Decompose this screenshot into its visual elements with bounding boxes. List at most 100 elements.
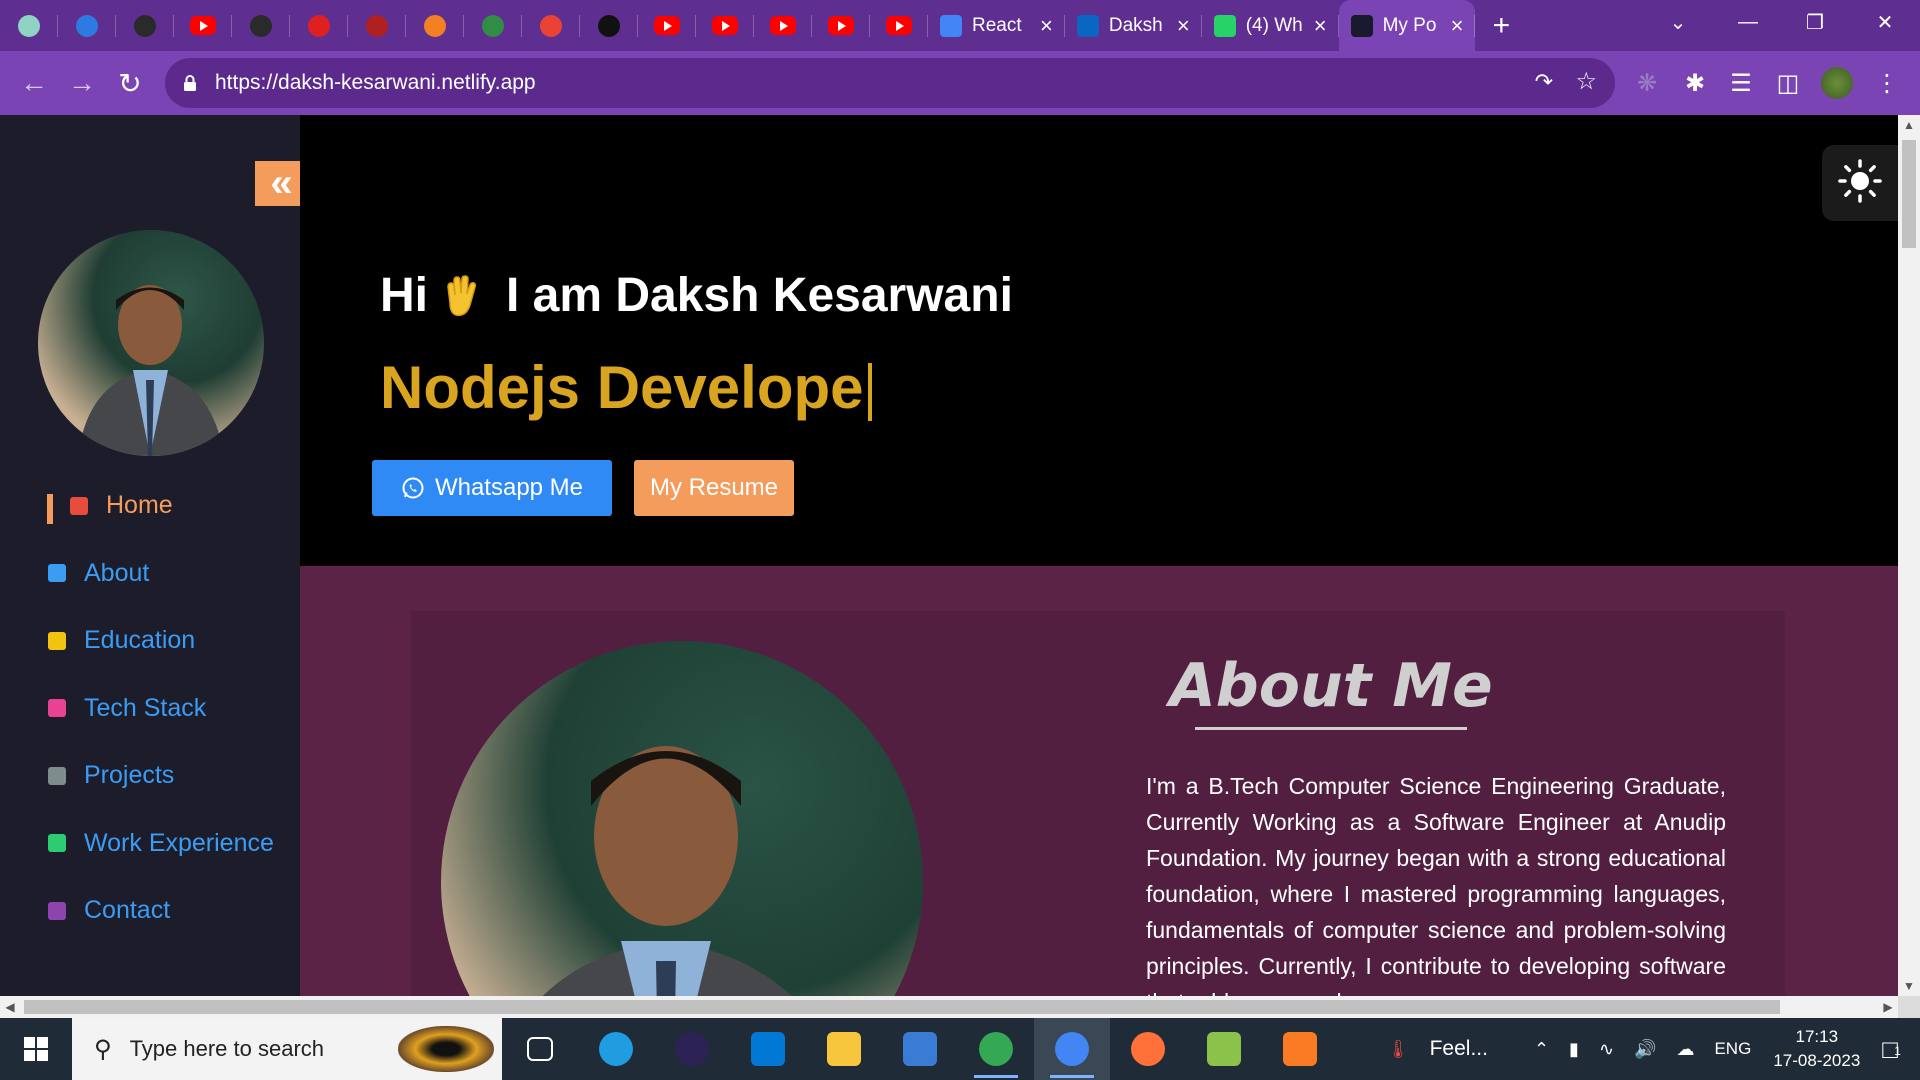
pinned-tab[interactable]: [464, 0, 522, 51]
sidebar-item-education[interactable]: Education: [0, 607, 300, 675]
whatsapp-me-button[interactable]: Whatsapp Me: [372, 460, 612, 516]
tab-close-icon[interactable]: ×: [1314, 13, 1327, 39]
pinned-tab[interactable]: [870, 0, 928, 51]
reload-icon[interactable]: ↻: [106, 59, 154, 107]
restore-icon[interactable]: ❐: [1785, 0, 1845, 44]
url-text: https://daksh-kesarwani.netlify.app: [215, 71, 536, 94]
vertical-scroll-thumb[interactable]: [1902, 140, 1916, 248]
pinned-tab[interactable]: [580, 0, 638, 51]
pinned-tab[interactable]: [638, 0, 696, 51]
sidebar-item-label: Education: [84, 626, 196, 655]
battery-icon[interactable]: ▮: [1569, 1039, 1579, 1060]
my-resume-button[interactable]: My Resume: [634, 460, 794, 516]
taskbar-app[interactable]: [1034, 1018, 1110, 1080]
sidebar-item-home[interactable]: Home: [0, 472, 300, 540]
taskbar-app[interactable]: [578, 1018, 654, 1080]
taskbar-app[interactable]: [502, 1018, 578, 1080]
close-window-icon[interactable]: ✕: [1855, 0, 1915, 44]
sidebar-item-tech-stack[interactable]: Tech Stack: [0, 675, 300, 743]
pinned-tab[interactable]: [0, 0, 58, 51]
collapse-sidebar-button[interactable]: «: [255, 161, 300, 206]
sidebar-item-contact[interactable]: Contact: [0, 877, 300, 945]
youtube-icon: [190, 16, 216, 35]
taskbar-app[interactable]: [958, 1018, 1034, 1080]
pinned-tab[interactable]: [232, 0, 290, 51]
minimize-icon[interactable]: —: [1718, 0, 1778, 44]
globe-icon: [250, 14, 272, 37]
browser-tab[interactable]: Daksh ×: [1065, 0, 1202, 51]
horizontal-scroll-thumb[interactable]: [24, 1000, 1780, 1014]
pinned-tab[interactable]: [58, 0, 116, 51]
bookmark-star-icon[interactable]: ☆: [1575, 67, 1597, 96]
tab-close-icon[interactable]: ×: [1451, 13, 1464, 39]
taskbar-app[interactable]: [730, 1018, 806, 1080]
extension-bug-icon[interactable]: ❋: [1624, 51, 1670, 115]
tab-close-icon[interactable]: ×: [1040, 13, 1053, 39]
sidebar-item-work-experience[interactable]: Work Experience: [0, 810, 300, 878]
taskbar-search-box[interactable]: ⚲ Type here to search: [72, 1018, 502, 1080]
profile-avatar[interactable]: [1814, 51, 1860, 115]
windows-taskbar: ⚲ Type here to search 🌡 Feel... ⌃ ▮ ∿ 🔊 …: [0, 1018, 1920, 1080]
start-button[interactable]: [0, 1018, 72, 1080]
forward-icon[interactable]: →: [58, 59, 106, 107]
cloud-icon[interactable]: ☁: [1676, 1039, 1694, 1060]
notification-center-icon[interactable]: □ 1: [1882, 1034, 1901, 1065]
hero-section: Hi I am Daksh Kesarwani Nodejs Develope …: [300, 115, 1898, 566]
wifi-icon[interactable]: ∿: [1599, 1039, 1614, 1060]
scroll-up-icon[interactable]: ▲: [1898, 115, 1920, 135]
weather-text[interactable]: Feel...: [1430, 1037, 1488, 1061]
pinned-tab[interactable]: [812, 0, 870, 51]
menu-kebab-icon[interactable]: ⋮: [1864, 51, 1910, 115]
sidebar: « Home About Education Tech Stack Projects Wo…: [0, 115, 300, 996]
sidebar-item-about[interactable]: About: [0, 540, 300, 608]
show-hidden-icons-icon[interactable]: ⌃: [1534, 1039, 1549, 1060]
scroll-right-icon[interactable]: ▶: [1878, 996, 1898, 1018]
pinned-tab[interactable]: [754, 0, 812, 51]
pinned-tab[interactable]: [116, 0, 174, 51]
scroll-left-icon[interactable]: ◀: [0, 996, 20, 1018]
tab-search-icon[interactable]: ⌄: [1648, 0, 1708, 44]
taskbar-app[interactable]: [1186, 1018, 1262, 1080]
firefox-icon: [1131, 1032, 1165, 1066]
language-indicator[interactable]: ENG: [1714, 1039, 1751, 1059]
side-panel-icon[interactable]: ◫: [1765, 51, 1811, 115]
taskbar-app[interactable]: [1262, 1018, 1338, 1080]
taskbar-app[interactable]: [654, 1018, 730, 1080]
media-control-icon[interactable]: ☰: [1718, 51, 1764, 115]
share-icon[interactable]: ↷: [1535, 69, 1553, 95]
chrome-icon: [979, 1032, 1013, 1066]
clock[interactable]: 17:13 17-08-2023: [1773, 1025, 1860, 1073]
pinned-tab[interactable]: [406, 0, 464, 51]
scroll-down-icon[interactable]: ▼: [1898, 976, 1920, 996]
pinned-tab[interactable]: [348, 0, 406, 51]
horizontal-scrollbar[interactable]: ◀ ▶: [0, 996, 1898, 1018]
extensions-puzzle-icon[interactable]: ✱: [1672, 51, 1718, 115]
taskbar-app[interactable]: [1110, 1018, 1186, 1080]
about-title: About Me: [1123, 651, 1539, 730]
pinned-tab[interactable]: [522, 0, 580, 51]
address-bar[interactable]: https://daksh-kesarwani.netlify.app ↷ ☆: [165, 58, 1615, 108]
pinned-tab[interactable]: [290, 0, 348, 51]
new-tab-button[interactable]: +: [1475, 0, 1527, 51]
pinned-tab[interactable]: [174, 0, 232, 51]
profile-photo: [38, 230, 264, 456]
pinned-tab[interactable]: [696, 0, 754, 51]
theme-toggle-button[interactable]: [1822, 145, 1898, 221]
info-icon: [48, 564, 66, 583]
tab-close-icon[interactable]: ×: [1177, 13, 1190, 39]
youtube-icon: [712, 16, 738, 35]
browser-tab[interactable]: My Po ×: [1338, 0, 1476, 51]
vertical-scrollbar[interactable]: ▲ ▼: [1898, 115, 1920, 996]
worker-icon: [48, 834, 66, 853]
sidebar-item-projects[interactable]: Projects: [0, 742, 300, 810]
browser-tab[interactable]: React ×: [928, 0, 1065, 51]
volume-icon[interactable]: 🔊: [1634, 1039, 1656, 1060]
clock-time: 17:13: [1795, 1027, 1839, 1046]
youtube-icon: [654, 16, 680, 35]
docs-icon: [940, 14, 962, 37]
vercel-icon: [308, 14, 330, 37]
taskbar-app[interactable]: [882, 1018, 958, 1080]
taskbar-app[interactable]: [806, 1018, 882, 1080]
back-icon[interactable]: ←: [10, 59, 58, 107]
browser-tab[interactable]: (4) Wh ×: [1202, 0, 1339, 51]
